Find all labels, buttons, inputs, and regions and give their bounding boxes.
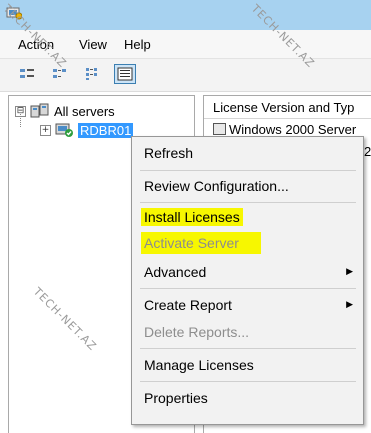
server-activated-icon xyxy=(55,123,73,137)
menu-separator xyxy=(140,381,356,382)
submenu-arrow-icon: ▶ xyxy=(346,300,353,310)
context-menu: Refresh Review Configuration... Install … xyxy=(131,136,364,425)
window-titlebar xyxy=(0,0,371,30)
menu-item-advanced[interactable]: Advanced ▶ xyxy=(132,260,363,284)
tree-root-label: All servers xyxy=(54,103,115,119)
servers-group-icon xyxy=(30,103,49,118)
details-view-icon xyxy=(117,67,133,81)
menu-view[interactable]: View xyxy=(79,37,107,52)
menu-item-label: Activate Server xyxy=(141,232,261,254)
menu-item-properties[interactable]: Properties xyxy=(132,386,363,410)
menu-item-label: Properties xyxy=(144,390,208,406)
details-view-button[interactable] xyxy=(114,64,136,84)
menu-item-activate-server[interactable]: Activate Server xyxy=(132,231,363,255)
menu-item-manage-licenses[interactable]: Manage Licenses xyxy=(132,353,363,377)
expand-toggle[interactable]: + xyxy=(40,124,51,136)
menu-item-label: Delete Reports... xyxy=(144,324,250,340)
column-header-license-version[interactable]: License Version and Typ xyxy=(204,96,371,119)
menu-separator xyxy=(140,348,356,349)
tree-connector-line xyxy=(20,114,22,127)
list-item-label: Windows 2000 Server xyxy=(229,122,357,137)
submenu-arrow-icon: ▶ xyxy=(346,267,353,277)
tree-child-label: RDBR01 xyxy=(78,122,134,138)
menu-item-label: Refresh xyxy=(144,145,194,161)
tree-node-all-servers[interactable]: ⊟ All servers xyxy=(15,103,115,119)
tree-view-button[interactable] xyxy=(17,65,37,83)
menu-item-delete-reports[interactable]: Delete Reports... xyxy=(132,320,363,344)
license-pack-icon xyxy=(213,123,226,135)
tree-view-icon xyxy=(20,69,34,78)
menu-item-label: Install Licenses xyxy=(141,208,243,226)
list-item-windows-2000[interactable]: Windows 2000 Server xyxy=(213,122,356,137)
menu-item-review-configuration[interactable]: Review Configuration... xyxy=(132,174,363,198)
menu-item-install-licenses[interactable]: Install Licenses xyxy=(132,205,363,229)
column-header-label: License Version and Typ xyxy=(213,100,355,115)
menu-item-label: Create Report xyxy=(144,297,232,313)
menu-item-label: Review Configuration... xyxy=(144,178,289,194)
list-view-button[interactable] xyxy=(83,65,103,83)
menu-separator xyxy=(140,170,356,171)
menu-item-label: Manage Licenses xyxy=(144,357,254,373)
menu-item-label: Advanced xyxy=(144,264,207,280)
list-view-icon xyxy=(86,68,97,80)
menu-separator xyxy=(140,288,356,289)
menu-item-refresh[interactable]: Refresh xyxy=(132,141,363,165)
menu-separator xyxy=(140,202,356,203)
list-item-row2-cell: 2 xyxy=(364,144,371,159)
tree-node-rdbr01[interactable]: + RDBR01 xyxy=(40,122,134,138)
menu-help[interactable]: Help xyxy=(124,37,151,52)
menu-item-create-report[interactable]: Create Report ▶ xyxy=(132,293,363,317)
